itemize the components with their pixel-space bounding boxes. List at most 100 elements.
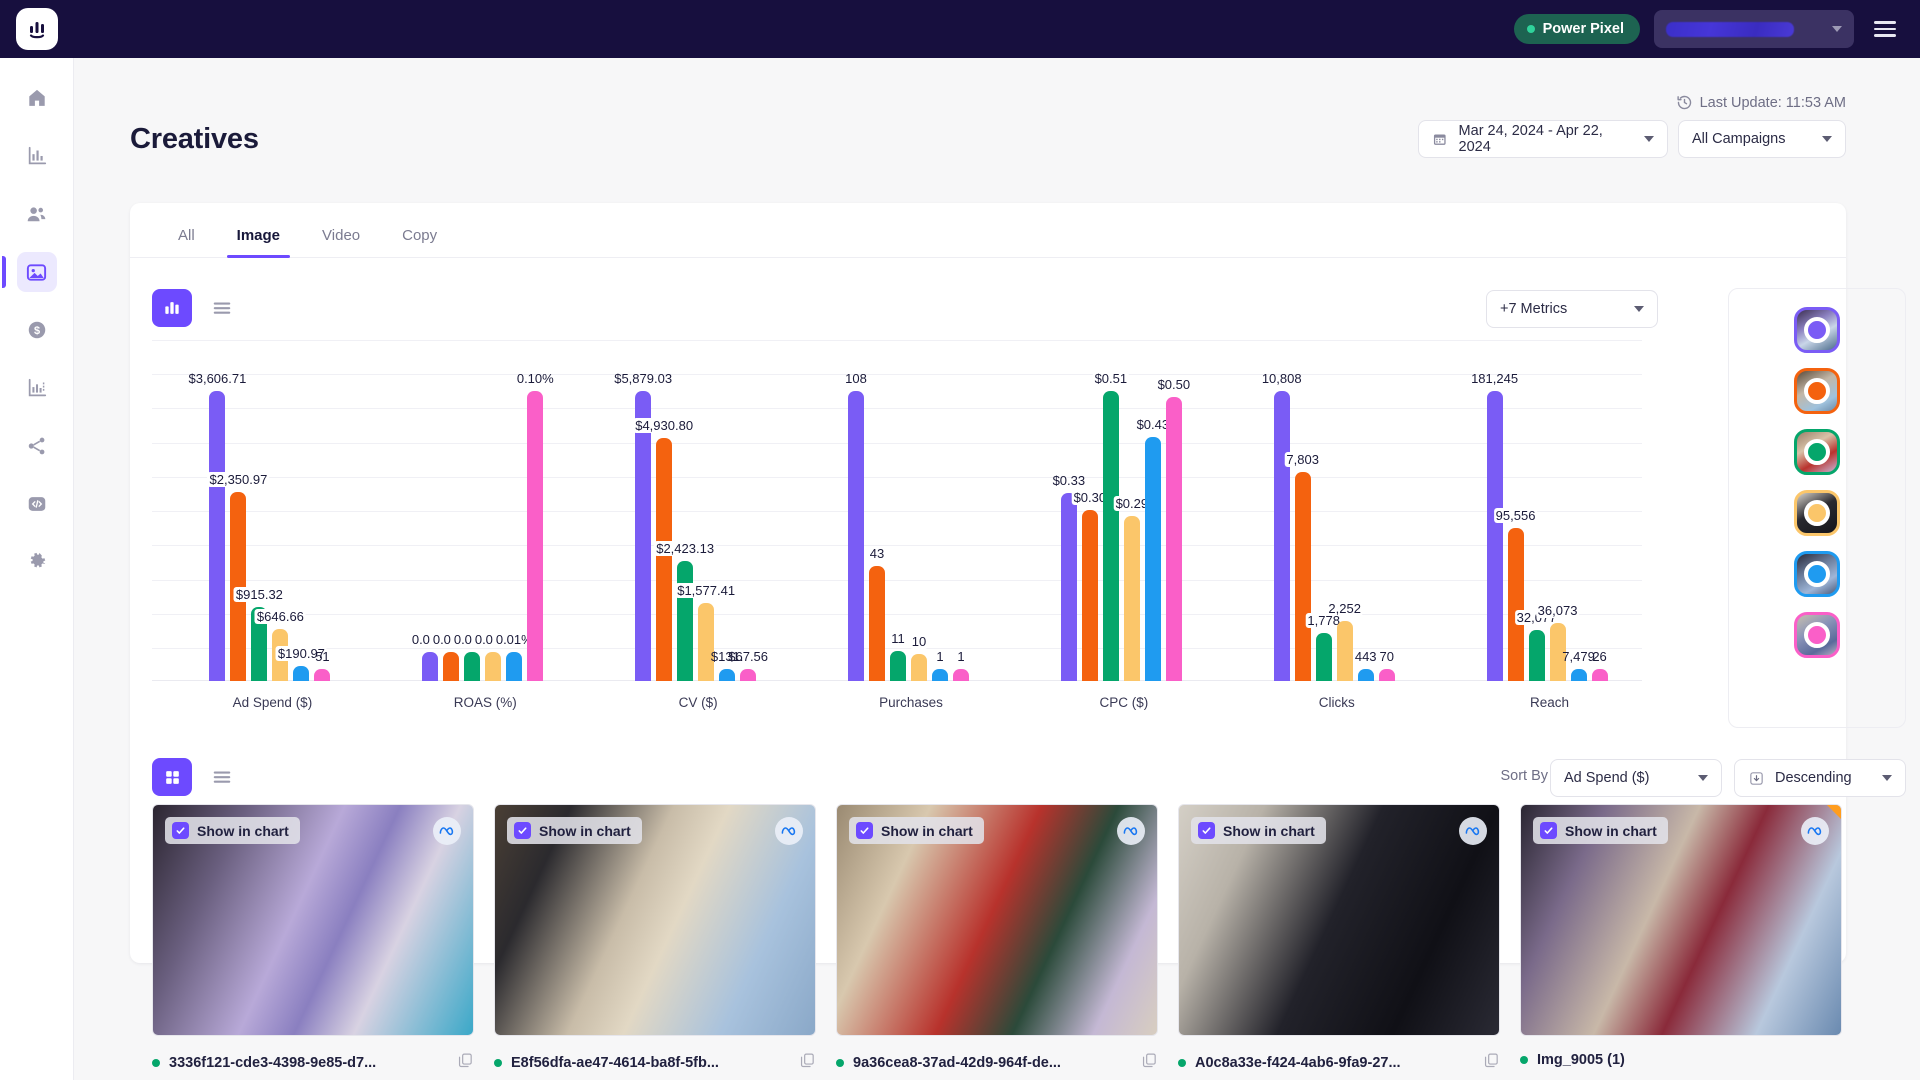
chart-bar[interactable]: 181,245 (1487, 391, 1503, 681)
sidebar-item-reports[interactable] (17, 136, 57, 176)
chart-bar[interactable]: 11 (890, 651, 906, 681)
chart-bar[interactable]: 70 (1379, 669, 1395, 681)
app-logo[interactable] (16, 8, 58, 50)
sidebar-item-home[interactable] (17, 78, 57, 118)
hamburger-menu-button[interactable] (1868, 15, 1902, 42)
sidebar-item-developer[interactable] (17, 484, 57, 524)
chart-bar[interactable]: $3,606.71 (209, 391, 225, 681)
show-in-chart-checkbox[interactable] (856, 822, 873, 839)
tab-video[interactable]: Video (304, 227, 378, 257)
legend-thumbnail[interactable] (1794, 307, 1840, 353)
sort-direction-select[interactable]: Descending (1734, 759, 1906, 797)
account-name-redacted (1666, 22, 1794, 37)
chart-bar[interactable]: $4,930.80 (656, 438, 672, 681)
legend-thumbnail[interactable] (1794, 612, 1840, 658)
sidebar-item-settings[interactable] (17, 542, 57, 582)
chart-bar[interactable]: 43 (869, 566, 885, 681)
creative-thumbnail[interactable]: Show in chart (152, 804, 474, 1036)
show-in-chart-toggle[interactable]: Show in chart (1533, 817, 1668, 844)
chart-bar[interactable]: 95,556 (1508, 528, 1524, 681)
show-in-chart-checkbox[interactable] (172, 822, 189, 839)
chart-bar[interactable]: 1,778 (1316, 633, 1332, 681)
chart-bar[interactable]: 7,803 (1295, 472, 1311, 681)
sort-by-select[interactable]: Ad Spend ($) (1550, 759, 1722, 797)
sidebar-item-analytics[interactable] (17, 368, 57, 408)
sidebar-item-integrations[interactable] (17, 426, 57, 466)
chart-bar[interactable]: 0.01% (422, 652, 438, 681)
meta-infinity-icon (780, 822, 798, 840)
chart-bar[interactable]: $0.29 (1124, 516, 1140, 681)
show-in-chart-toggle[interactable]: Show in chart (507, 817, 642, 844)
sidebar-item-audience[interactable] (17, 194, 57, 234)
copy-icon[interactable] (457, 1052, 474, 1073)
creative-thumbnail[interactable]: Show in chart (836, 804, 1158, 1036)
sidebar-item-revenue[interactable]: $ (17, 310, 57, 350)
chart-bar[interactable]: $1,577.41 (698, 603, 714, 681)
campaign-filter-select[interactable]: All Campaigns (1678, 120, 1846, 158)
chart-bar[interactable]: 10,808 (1274, 391, 1290, 681)
creative-card[interactable]: Show in chartE8f56dfa-ae47-4614-ba8f-5fb… (494, 804, 816, 1073)
chart-bar[interactable]: 2,252 (1337, 621, 1353, 681)
date-range-picker[interactable]: Mar 24, 2024 - Apr 22, 2024 (1418, 120, 1668, 158)
legend-thumbnail[interactable] (1794, 429, 1840, 475)
chart-bar[interactable]: 1 (932, 669, 948, 681)
power-pixel-badge[interactable]: Power Pixel (1514, 14, 1640, 44)
chart-bar[interactable]: 108 (848, 391, 864, 681)
chart-bar-label: $67.56 (728, 649, 768, 664)
show-in-chart-checkbox[interactable] (514, 822, 531, 839)
show-in-chart-toggle[interactable]: Show in chart (1191, 817, 1326, 844)
show-in-chart-checkbox[interactable] (1540, 822, 1557, 839)
creative-thumbnail[interactable]: Show in chart (494, 804, 816, 1036)
chart-bar[interactable]: 10 (911, 654, 927, 681)
chart-bar[interactable]: 0.01% (485, 652, 501, 681)
chart-bar[interactable]: 0.10% (527, 391, 543, 681)
chart-bar[interactable]: 7,479 (1571, 669, 1587, 681)
chart-bar[interactable]: $0.51 (1103, 391, 1119, 681)
chart-view-button[interactable] (152, 289, 192, 327)
legend-thumbnail[interactable] (1794, 368, 1840, 414)
chart-bar[interactable]: $0.33 (1061, 493, 1077, 681)
list-view-button[interactable] (202, 289, 242, 327)
creative-thumbnail[interactable]: Show in chart (1520, 804, 1842, 1036)
chart-bar[interactable]: 26 (1592, 669, 1608, 681)
chart-bar[interactable]: 32,077 (1529, 630, 1545, 681)
grid-list-view-button[interactable] (202, 758, 242, 796)
chart-bar[interactable]: 0.01% (506, 652, 522, 681)
show-in-chart-toggle[interactable]: Show in chart (849, 817, 984, 844)
account-selector[interactable] (1654, 10, 1854, 48)
tab-all[interactable]: All (160, 227, 213, 257)
creative-card[interactable]: Show in chartA0c8a33e-f424-4ab6-9fa9-27.… (1178, 804, 1500, 1073)
chart-bar[interactable]: 0.01% (464, 652, 480, 681)
flag-corner-icon (1827, 805, 1841, 819)
tab-copy[interactable]: Copy (384, 227, 455, 257)
chart-bar[interactable]: $5,879.03 (635, 391, 651, 681)
chart-bar[interactable]: 0.01% (443, 652, 459, 681)
chart-bar[interactable]: 51 (314, 669, 330, 681)
chart-bar[interactable]: 443 (1358, 669, 1374, 681)
chart-bar[interactable]: $0.50 (1166, 397, 1182, 681)
grid-view-button[interactable] (152, 758, 192, 796)
sidebar-item-creatives[interactable] (17, 252, 57, 292)
legend-thumbnail[interactable] (1794, 490, 1840, 536)
copy-icon[interactable] (799, 1052, 816, 1073)
chart-bar[interactable]: $67.56 (740, 669, 756, 681)
chart-bar[interactable]: $0.43 (1145, 437, 1161, 682)
copy-icon[interactable] (1483, 1052, 1500, 1073)
creative-card[interactable]: Show in chartImg_9005 (1) (1520, 804, 1842, 1073)
metrics-selector[interactable]: +7 Metrics (1486, 290, 1658, 328)
legend-thumbnail[interactable] (1794, 551, 1840, 597)
chart-bar-label: $2,350.97 (208, 472, 270, 487)
creative-card[interactable]: Show in chart3336f121-cde3-4398-9e85-d7.… (152, 804, 474, 1073)
image-icon (25, 261, 48, 284)
tab-image[interactable]: Image (219, 227, 298, 257)
creative-thumbnail[interactable]: Show in chart (1178, 804, 1500, 1036)
creative-card[interactable]: Show in chart9a36cea8-37ad-42d9-964f-de.… (836, 804, 1158, 1073)
chart-bar[interactable]: $190.97 (293, 666, 309, 681)
show-in-chart-toggle[interactable]: Show in chart (165, 817, 300, 844)
chart-bar[interactable]: $0.30 (1082, 510, 1098, 681)
chart-bar[interactable]: 1 (953, 669, 969, 681)
copy-icon[interactable] (1141, 1052, 1158, 1073)
chart-bar[interactable]: $2,423.13 (677, 561, 693, 681)
chart-bar[interactable]: $131. (719, 669, 735, 681)
show-in-chart-checkbox[interactable] (1198, 822, 1215, 839)
